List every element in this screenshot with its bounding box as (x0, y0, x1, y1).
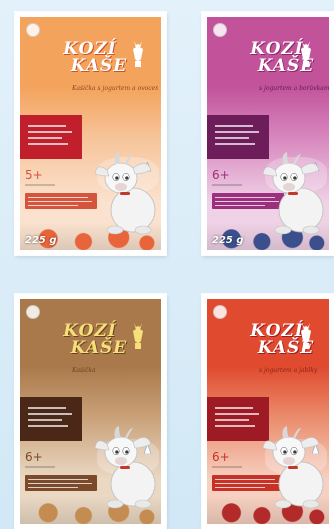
goat-mascot-icon (261, 140, 329, 236)
age-label: 6+ (212, 450, 230, 464)
product-tagline: s jogurtem a borůvkami (259, 85, 329, 92)
product-box: KOZÍ KAŠE s jogurtem a jablky 6+ (207, 299, 329, 524)
goat-mascot-icon (261, 414, 329, 510)
description-strip (25, 475, 97, 491)
info-band (20, 397, 82, 441)
age-subtext (212, 184, 242, 186)
goat-head-logo-icon (297, 39, 315, 69)
goat-head-logo-icon (129, 321, 147, 351)
product-card-cereal[interactable]: KOZÍ KAŠE Kašička 6+ (15, 294, 166, 529)
quality-seal-icon (26, 23, 40, 37)
quality-seal-icon (26, 305, 40, 319)
age-subtext (25, 184, 55, 186)
product-tagline: Kašička (72, 367, 96, 374)
age-subtext (25, 466, 55, 468)
quality-seal-icon (213, 305, 227, 319)
age-subtext (212, 466, 242, 468)
product-card-apple[interactable]: KOZÍ KAŠE s jogurtem a jablky 6+ (202, 294, 334, 529)
info-band (20, 115, 82, 159)
product-box: KOZÍ KAŠE Kašička s jogurtem a ovocem 5+ 225… (20, 17, 161, 250)
age-label: 5+ (25, 168, 43, 182)
product-card-blueberry[interactable]: KOZÍ KAŠE s jogurtem a borůvkami 6+ 225 g (202, 12, 334, 255)
info-band (207, 115, 269, 159)
age-label: 6+ (25, 450, 43, 464)
product-box: KOZÍ KAŠE s jogurtem a borůvkami 6+ 225 g (207, 17, 329, 250)
brand-logo: KOZÍ KAŠE (63, 321, 128, 358)
goat-head-logo-icon (297, 321, 315, 351)
goat-mascot-icon (93, 414, 161, 510)
product-tagline: Kašička s jogurtem a ovocem (72, 85, 158, 92)
product-box: KOZÍ KAŠE Kašička 6+ (20, 299, 161, 524)
product-tagline: s jogurtem a jablky (259, 367, 318, 374)
age-label: 6+ (212, 168, 230, 182)
description-strip (25, 193, 97, 209)
net-weight: 225 g (212, 235, 244, 246)
page: { "boxes": [ { "id": "box-1", "brand_lin… (0, 0, 334, 529)
net-weight: 225 g (25, 235, 57, 246)
goat-head-logo-icon (129, 39, 147, 69)
quality-seal-icon (213, 23, 227, 37)
brand-logo: KOZÍ KAŠE (63, 39, 128, 76)
product-card-apricot[interactable]: KOZÍ KAŠE Kašička s jogurtem a ovocem 5+ 225… (15, 12, 166, 255)
product-gallery: KOZÍ KAŠE Kašička s jogurtem a ovocem 5+ 225… (0, 0, 334, 529)
goat-mascot-icon (93, 140, 161, 236)
info-band (207, 397, 269, 441)
